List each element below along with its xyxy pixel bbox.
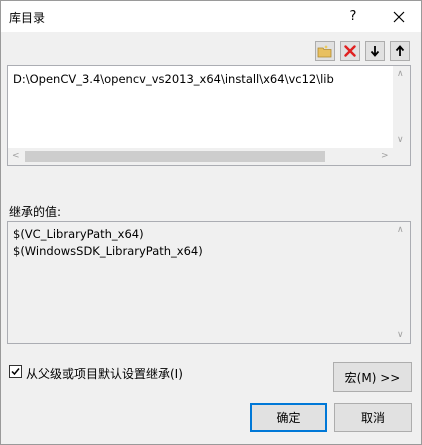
- scroll-corner: [393, 148, 410, 165]
- delete-icon: [344, 45, 356, 57]
- vertical-scrollbar[interactable]: ∧ ∨: [393, 222, 410, 343]
- cancel-button[interactable]: 取消: [334, 403, 412, 432]
- inherit-checkbox[interactable]: [9, 365, 22, 378]
- horizontal-scrollbar[interactable]: < >: [8, 148, 393, 165]
- scroll-up-arrow-icon[interactable]: ∧: [397, 226, 404, 235]
- checkmark-icon: [11, 368, 20, 376]
- move-down-button[interactable]: [365, 41, 385, 61]
- vertical-scrollbar[interactable]: ∧ ∨: [393, 66, 410, 148]
- scroll-thumb[interactable]: [25, 151, 325, 162]
- ok-button[interactable]: 确定: [250, 403, 327, 432]
- delete-line-button[interactable]: [340, 41, 360, 61]
- list-item: $(WindowsSDK_LibraryPath_x64): [13, 244, 203, 258]
- scroll-down-arrow-icon[interactable]: ∨: [397, 331, 404, 340]
- dialog-title: 库目录: [9, 11, 46, 25]
- library-directories-dialog: 库目录 ? D:\OpenCV_3.4\opencv_vs2013_x64\in…: [0, 0, 422, 445]
- macros-button[interactable]: 宏(M) >>: [333, 362, 412, 392]
- new-folder-icon: [317, 45, 332, 58]
- list-item: $(VC_LibraryPath_x64): [13, 227, 144, 241]
- scroll-up-arrow-icon[interactable]: ∧: [397, 70, 404, 79]
- list-item[interactable]: D:\OpenCV_3.4\opencv_vs2013_x64\install\…: [13, 72, 334, 86]
- close-icon: [393, 11, 405, 22]
- move-up-icon: [395, 45, 405, 56]
- title-bar: 库目录 ?: [1, 1, 421, 32]
- inherited-values-label: 继承的值:: [9, 205, 62, 219]
- move-up-button[interactable]: [390, 41, 410, 61]
- help-button[interactable]: ?: [331, 1, 375, 32]
- move-down-icon: [370, 46, 380, 57]
- inherit-checkbox-label[interactable]: 从父级或项目默认设置继承(I): [26, 365, 183, 382]
- scroll-left-arrow-icon[interactable]: <: [12, 152, 20, 161]
- new-line-button[interactable]: [315, 41, 335, 61]
- scroll-right-arrow-icon[interactable]: >: [381, 152, 389, 161]
- inherited-values-box: $(VC_LibraryPath_x64) $(WindowsSDK_Libra…: [7, 221, 411, 344]
- directory-list[interactable]: D:\OpenCV_3.4\opencv_vs2013_x64\install\…: [7, 65, 411, 166]
- close-button[interactable]: [377, 1, 421, 32]
- scroll-down-arrow-icon[interactable]: ∨: [397, 136, 404, 145]
